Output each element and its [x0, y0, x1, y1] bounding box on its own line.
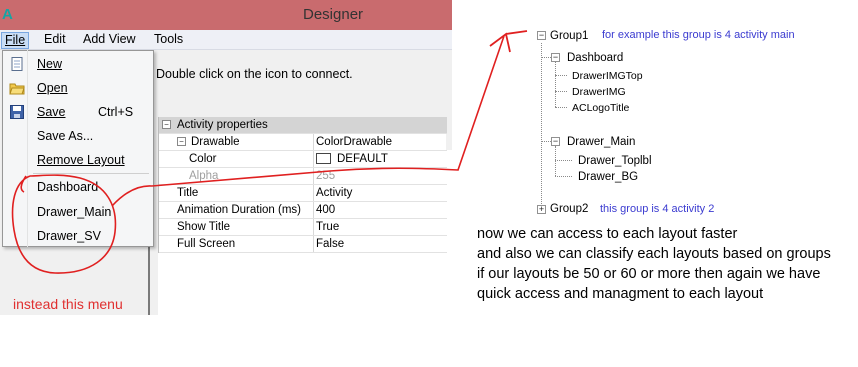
tree-guide-line: [555, 176, 572, 177]
tree-guide-line: [541, 43, 542, 208]
explanation-line: now we can access to each layout faster: [477, 226, 738, 242]
instead-menu-note: instead this menu: [13, 296, 123, 312]
explanation-text: now we can access to each layout faster …: [477, 224, 852, 304]
collapse-icon[interactable]: −: [551, 137, 560, 146]
explanation-line: and also we can classify each layouts ba…: [477, 246, 831, 262]
tree-node-group2[interactable]: Group2: [550, 202, 588, 216]
group1-note: for example this group is 4 activity mai…: [602, 29, 795, 41]
tree-guide-line: [555, 160, 572, 161]
collapse-icon[interactable]: −: [537, 31, 546, 40]
tree-leaf[interactable]: Drawer_BG: [578, 170, 638, 184]
scribble-pointer-line: [111, 35, 505, 207]
tree-leaf[interactable]: ACLogoTitle: [572, 101, 629, 115]
tree-guide-line: [555, 107, 567, 108]
tree-guide-line: [555, 75, 567, 76]
expand-icon[interactable]: +: [537, 205, 546, 214]
tree-guide-line: [541, 141, 551, 142]
annotation-overlay: [11, 30, 528, 274]
tree-leaf[interactable]: DrawerIMGTop: [572, 69, 643, 83]
tree-guide-line: [541, 57, 551, 58]
tree-guide-line: [555, 146, 556, 176]
explanation-line: if our layouts be 50 or 60 or more then …: [477, 266, 821, 302]
tree-guide-line: [555, 91, 567, 92]
tree-node-dashboard[interactable]: Dashboard: [567, 51, 623, 65]
tree-node-drawer-main[interactable]: Drawer_Main: [567, 135, 635, 149]
tree-leaf[interactable]: DrawerIMG: [572, 85, 626, 99]
tree-node-group1[interactable]: Group1: [550, 29, 588, 43]
tree-leaf[interactable]: Drawer_Toplbl: [578, 154, 652, 168]
group2-note: this group is 4 activity 2: [600, 203, 715, 215]
scribble-circle: [11, 174, 117, 274]
collapse-icon[interactable]: −: [551, 53, 560, 62]
arrow-head-icon: [489, 30, 528, 53]
tree-guide-line: [555, 62, 556, 107]
